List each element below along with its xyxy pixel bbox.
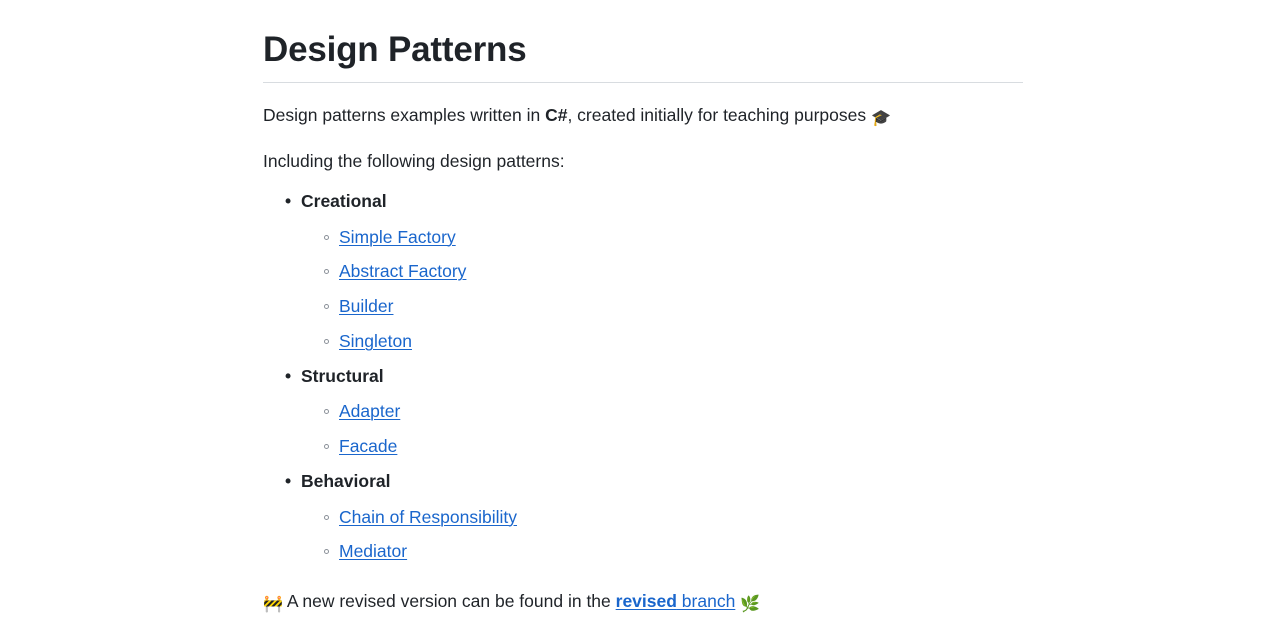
intro-text-after: , created initially for teaching purpose… <box>567 104 871 125</box>
list-item: Simple Factory <box>324 224 1022 250</box>
pattern-link-list-creational: Simple Factory Abstract Factory Builder … <box>301 224 1022 355</box>
pattern-category-creational: Creational Simple Factory Abstract Facto… <box>285 188 1022 355</box>
pattern-link-simple-factory[interactable]: Simple Factory <box>339 227 456 247</box>
footer-paragraph: 🚧 A new revised version can be found in … <box>263 565 1022 614</box>
revised-branch-link-rest: branch <box>676 590 736 611</box>
construction-sign-icon: 🚧 <box>263 593 283 613</box>
list-item: Singleton <box>324 328 1022 354</box>
pattern-link-abstract-factory[interactable]: Abstract Factory <box>339 261 466 281</box>
pattern-category-behavioral: Behavioral Chain of Responsibility Media… <box>285 468 1022 565</box>
pattern-category-structural: Structural Adapter Facade <box>285 363 1022 459</box>
pattern-link-chain-of-responsibility[interactable]: Chain of Responsibility <box>339 507 517 527</box>
category-label: Behavioral <box>285 468 391 495</box>
graduation-cap-icon: 🎓 <box>870 107 891 127</box>
intro-text-before: Design patterns examples written in <box>263 104 546 125</box>
pattern-link-list-structural: Adapter Facade <box>301 398 1022 459</box>
list-item: Mediator <box>324 538 1022 564</box>
list-item: Abstract Factory <box>324 258 1022 284</box>
footer-text-before: A new revised version can be found in th… <box>282 590 616 611</box>
pattern-link-builder[interactable]: Builder <box>339 296 393 316</box>
pattern-link-singleton[interactable]: Singleton <box>339 331 412 351</box>
intro-language-label: C# <box>545 104 568 125</box>
category-label: Creational <box>285 188 386 215</box>
revised-branch-link[interactable]: revised branch <box>616 591 736 611</box>
page-title: Design Patterns <box>263 30 527 69</box>
herb-icon: 🌿 <box>740 593 761 613</box>
pattern-link-facade[interactable]: Facade <box>339 436 397 456</box>
pattern-link-mediator[interactable]: Mediator <box>339 541 407 561</box>
readme-page: Design Patterns Design patterns examples… <box>0 0 1274 614</box>
including-paragraph: Including the following design patterns: <box>263 151 565 171</box>
intro-paragraph: Design patterns examples written in C#, … <box>263 83 1022 128</box>
list-item: Facade <box>324 433 1022 459</box>
pattern-link-adapter[interactable]: Adapter <box>339 401 400 421</box>
list-item: Chain of Responsibility <box>324 504 1022 530</box>
pattern-category-list: Creational Simple Factory Abstract Facto… <box>263 174 1022 564</box>
list-item: Adapter <box>324 398 1022 424</box>
category-label: Structural <box>285 363 384 390</box>
pattern-link-list-behavioral: Chain of Responsibility Mediator <box>301 504 1022 565</box>
revised-branch-link-bold: revised <box>615 590 677 611</box>
list-item: Builder <box>324 293 1022 319</box>
